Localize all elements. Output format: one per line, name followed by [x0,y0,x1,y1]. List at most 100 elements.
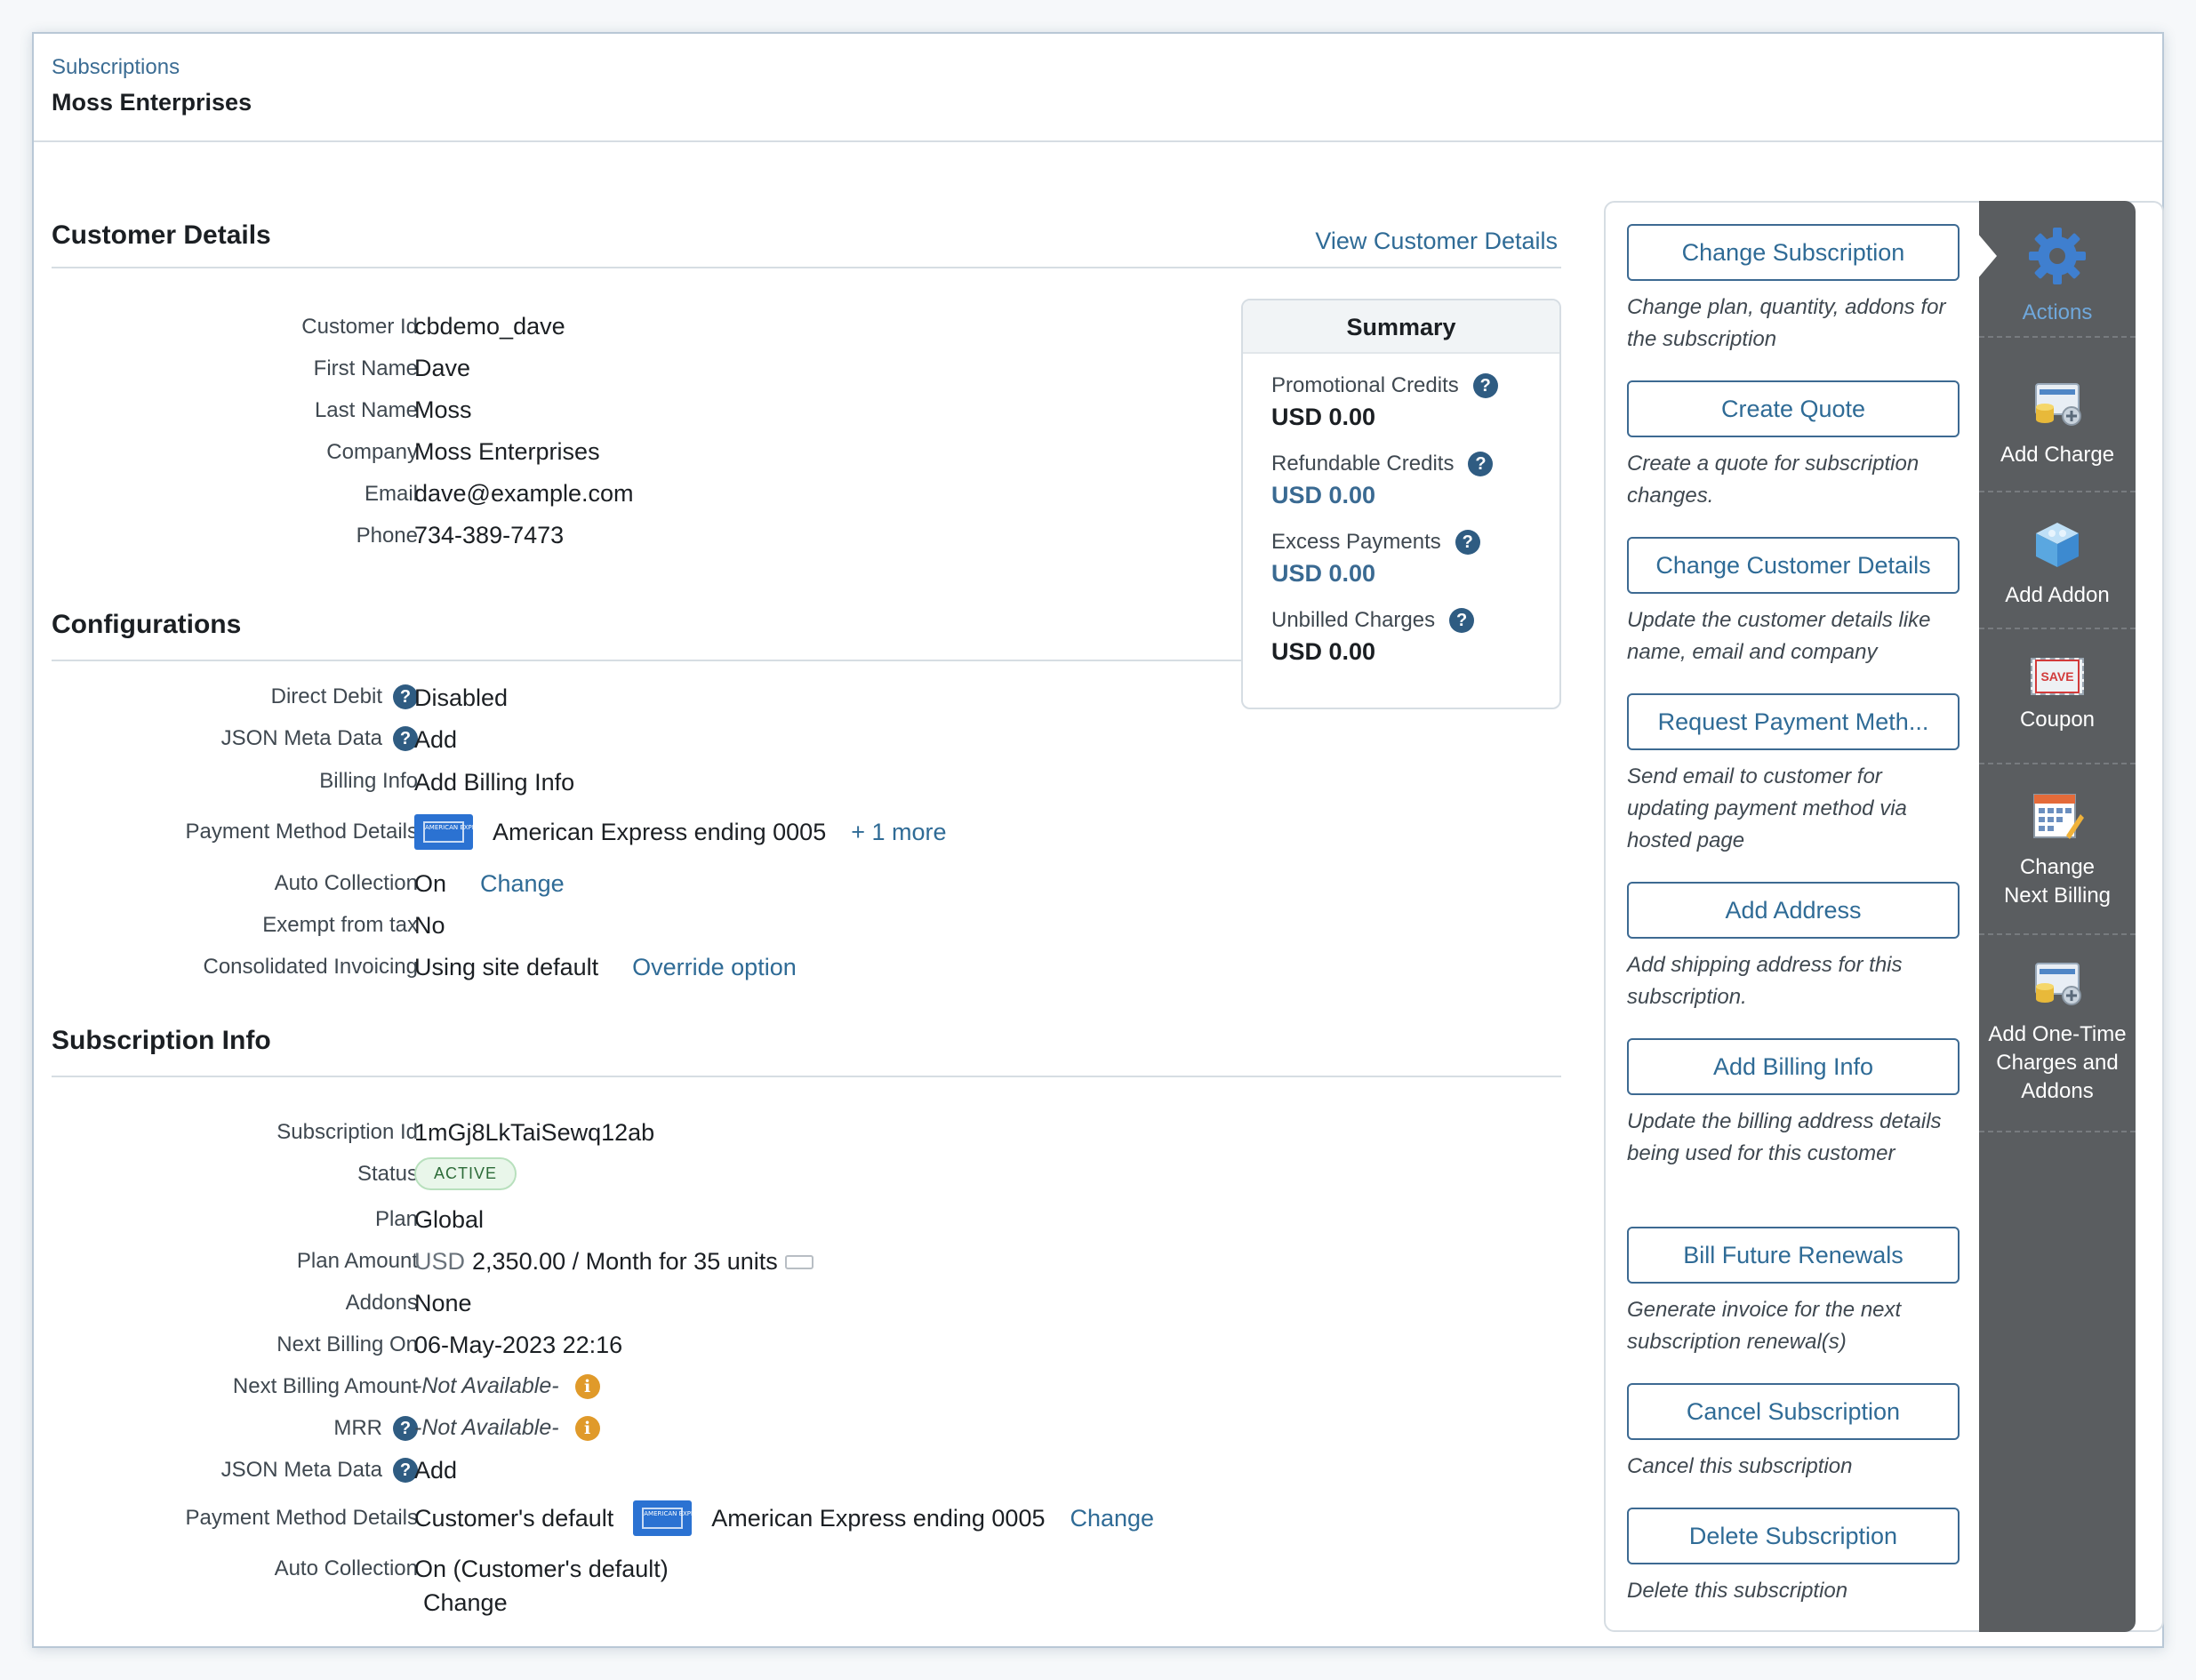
amex-card-icon: AMERICAN EXPRESS [633,1500,707,1536]
info-icon[interactable]: i [574,1373,600,1399]
subscription-auto-collection-change-link[interactable]: Change [423,1589,508,1617]
help-icon[interactable]: ? [1455,530,1480,555]
add-address-button[interactable]: Add Address [1627,882,1960,939]
sidebar-item-label: Actions [2022,300,2093,324]
summary-box: Summary Promotional Credits ? USD 0.00 R… [1241,299,1561,709]
delete-subscription-button[interactable]: Delete Subscription [1627,1508,1960,1564]
sidebar-item-change-next-billing[interactable]: Change Next Billing [1979,777,2136,935]
plan-link[interactable]: Global [414,1206,484,1234]
customer-id-value: cbdemo_dave [414,313,565,340]
last-name-value: Moss [414,396,472,423]
first-name-value: Dave [414,355,471,381]
customer-id-label: Customer Id [301,315,418,339]
sidebar-item-add-one-time-charges[interactable]: Add One-Time Charges and Addons [1979,948,2136,1132]
mrr-value: -Not Available- i [414,1415,600,1441]
payment-method-text: American Express ending 0005 [493,818,827,845]
next-billing-on-value: 06-May-2023 22:16 [414,1332,623,1358]
consolidated-invoicing-value: Using site default Override option [414,954,797,981]
breadcrumb-subscriptions[interactable]: Subscriptions [52,55,180,80]
help-icon[interactable]: ? [1468,452,1494,476]
status-value: ACTIVE [414,1157,517,1190]
sidebar-item-actions[interactable]: Actions [1979,224,2136,338]
info-icon[interactable]: i [574,1415,600,1441]
delete-subscription-description: Delete this subscription [1627,1579,1848,1603]
bill-future-renewals-button[interactable]: Bill Future Renewals [1627,1227,1960,1284]
calendar-icon [2033,794,2084,839]
summary-item: Promotional Credits ? USD 0.00 [1271,373,1498,431]
exempt-tax-label: Exempt from tax [262,913,418,937]
addon-box-icon [2036,523,2079,567]
more-payment-methods-link[interactable]: + 1 more [851,819,946,846]
payment-method-label: Payment Method Details [185,820,418,844]
email-value: dave@example.com [414,480,634,507]
exempt-tax-value: No [414,912,445,939]
summary-item: Unbilled Charges ? USD 0.00 [1271,608,1475,666]
auto-collection-change-link[interactable]: Change [480,870,565,898]
override-option-link[interactable]: Override option [632,954,797,981]
plan-amount-label: Plan Amount [296,1249,418,1273]
sidebar-item-label: Add Addon [2005,583,2110,607]
refundable-credits-amount[interactable]: USD 0.00 [1271,482,1493,509]
bill-future-renewals-description: Generate invoice for the next subscripti… [1627,1298,1902,1354]
sidebar-item-label: Change Next Billing [2003,855,2112,908]
addons-value: None [414,1290,472,1316]
last-name-label: Last Name [314,398,418,422]
add-billing-info-link[interactable]: Add Billing Info [414,769,574,796]
view-customer-details-link[interactable]: View Customer Details [1315,228,1558,255]
coupon-icon: SAVE [2031,658,2084,695]
addons-label: Addons [345,1291,418,1315]
promotional-credits-label: Promotional Credits [1271,373,1459,397]
payment-method-value: AMERICAN EXPRESS American Express ending… [414,814,947,850]
request-payment-method-button[interactable]: Request Payment Meth... [1627,693,1960,750]
auto-collection-label: Auto Collection [274,871,418,895]
promotional-credits-amount: USD 0.00 [1271,404,1376,430]
company-value: Moss Enterprises [414,438,600,465]
change-customer-details-button[interactable]: Change Customer Details [1627,537,1960,594]
change-subscription-button[interactable]: Change Subscription [1627,224,1960,281]
summary-item: Refundable Credits ? USD 0.00 [1271,452,1494,509]
page-title: Moss Enterprises [52,89,252,116]
subscription-payment-change-link[interactable]: Change [1070,1505,1154,1532]
sidebar-item-label: Coupon [2019,708,2096,732]
add-billing-info-button[interactable]: Add Billing Info [1627,1038,1960,1095]
gear-icon [2029,228,2086,284]
excess-payments-label: Excess Payments [1271,530,1441,554]
next-billing-amount-label: Next Billing Amount [232,1374,418,1398]
summary-item: Excess Payments ? USD 0.00 [1271,530,1480,588]
more-icon[interactable] [784,1254,813,1269]
excess-payments-amount[interactable]: USD 0.00 [1271,560,1480,588]
help-icon[interactable]: ? [1472,373,1498,398]
cancel-subscription-description: Cancel this subscription [1627,1454,1853,1478]
sidebar-item-add-charge[interactable]: Add Charge [1979,368,2136,492]
subscription-id-value: 1mGj8LkTaiSewq12ab [414,1119,655,1146]
unbilled-charges-amount: USD 0.00 [1271,638,1376,665]
amex-card-icon: AMERICAN EXPRESS [414,814,488,850]
create-quote-button[interactable]: Create Quote [1627,380,1960,437]
cancel-subscription-button[interactable]: Cancel Subscription [1627,1383,1960,1440]
mrr-label: MRR ? [66,1416,418,1441]
company-label: Company [326,440,418,464]
sidebar-item-coupon[interactable]: SAVE Coupon [1979,640,2136,764]
next-billing-amount-value: -Not Available- i [414,1373,600,1399]
next-billing-on-label: Next Billing On [277,1332,418,1356]
json-meta-add-link[interactable]: Add [414,726,457,754]
subscription-json-meta-add-link[interactable]: Add [414,1457,457,1484]
sidebar-item-label: Add Charge [2000,443,2115,467]
request-payment-method-description: Send email to customer for updating paym… [1627,764,1907,852]
divider [52,267,1561,268]
direct-debit-label: Direct Debit ? [66,684,418,709]
refundable-credits-label: Refundable Credits [1271,452,1455,476]
consolidated-invoicing-label: Consolidated Invoicing [203,955,419,979]
divider [52,1076,1561,1077]
help-icon[interactable]: ? [1449,608,1475,633]
json-meta-label: JSON Meta Data ? [66,726,418,751]
subscription-auto-collection-label: Auto Collection [274,1556,418,1580]
plan-label: Plan [374,1207,418,1231]
configurations-heading: Configurations [52,610,242,639]
one-time-charge-icon [2035,963,2081,1005]
change-customer-details-description: Update the customer details like name, e… [1627,608,1931,664]
currency-code: USD [414,1248,466,1275]
sidebar-item-add-addon[interactable]: Add Addon [1979,505,2136,629]
create-quote-description: Create a quote for subscription changes. [1627,452,1919,508]
add-charge-icon [2035,383,2081,426]
